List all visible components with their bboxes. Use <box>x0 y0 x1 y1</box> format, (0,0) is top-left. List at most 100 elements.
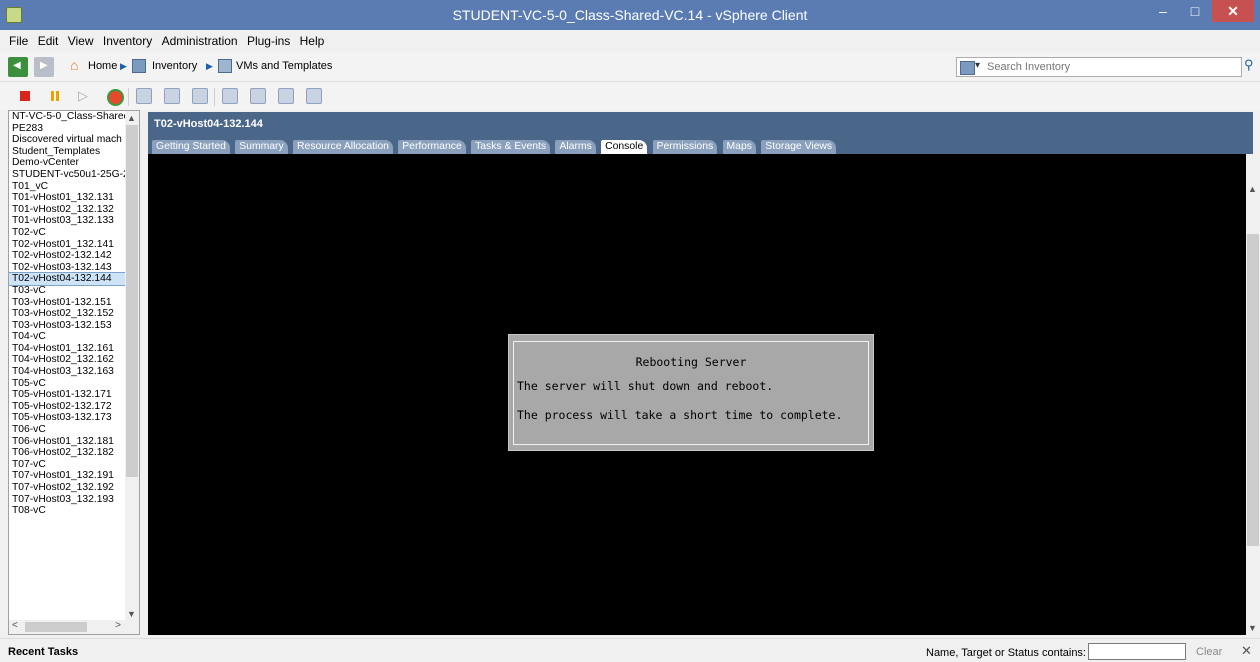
dialog-message-line: The server will shut down and reboot. <box>517 379 774 393</box>
menu-edit[interactable]: Edit <box>35 30 62 48</box>
breadcrumb-vms-templates[interactable]: VMs and Templates <box>236 60 332 72</box>
tree-item[interactable]: T03-vC <box>9 285 127 297</box>
tree-item[interactable]: STUDENT-vc50u1-25G-2 <box>9 169 127 181</box>
tree-item[interactable]: T05-vHost03-132.173 <box>9 412 127 424</box>
menu-plugins[interactable]: Plug-ins <box>244 30 293 48</box>
menu-help[interactable]: Help <box>297 30 328 48</box>
menu-file[interactable]: File <box>6 30 31 48</box>
tree-item[interactable]: Demo-vCenter <box>9 157 127 169</box>
tree-item[interactable]: T06-vC <box>9 424 127 436</box>
object-title: T02-vHost04-132.144 <box>154 118 263 130</box>
scroll-left-icon[interactable]: < <box>12 620 18 631</box>
tree-item[interactable]: T05-vHost01-132.171 <box>9 389 127 401</box>
tree-item[interactable]: T02-vHost03-132.143 <box>9 262 127 274</box>
search-scope-dropdown[interactable] <box>959 59 983 75</box>
tree-item[interactable]: T04-vHost03_132.163 <box>9 366 127 378</box>
minimize-button[interactable]: – <box>1148 0 1178 22</box>
window-title: STUDENT-VC-5-0_Class-Shared-VC.14 - vSph… <box>452 7 808 23</box>
clear-button[interactable]: Clear <box>1196 646 1222 658</box>
tree-item[interactable]: T02-vHost02-132.142 <box>9 250 127 262</box>
power-on-icon[interactable]: ▷ <box>78 88 94 104</box>
tree-item[interactable]: T01-vHost03_132.133 <box>9 215 127 227</box>
tree-item[interactable]: T01-vHost01_132.131 <box>9 192 127 204</box>
breadcrumb-inventory[interactable]: Inventory <box>152 60 197 72</box>
revert-snapshot-icon[interactable] <box>192 88 208 104</box>
menu-view[interactable]: View <box>65 30 97 48</box>
tab-tasks-events[interactable]: Tasks & Events <box>471 140 551 154</box>
edit-settings-icon[interactable] <box>278 88 294 104</box>
console-scroll-thumb[interactable] <box>1247 234 1259 546</box>
tab-storage-views[interactable]: Storage Views <box>761 140 837 154</box>
maximize-button[interactable]: □ <box>1180 0 1210 22</box>
power-off-icon[interactable] <box>18 88 34 104</box>
filter-input[interactable] <box>1088 643 1186 660</box>
scroll-down-icon[interactable]: ▼ <box>1248 623 1257 633</box>
tree-item[interactable]: T03-vHost01-132.151 <box>9 297 127 309</box>
scroll-up-icon[interactable]: ▲ <box>127 113 136 123</box>
tab-alarms[interactable]: Alarms <box>555 140 596 154</box>
object-panel-header: T02-vHost04-132.144 Getting Started Summ… <box>148 112 1253 154</box>
menu-administration[interactable]: Administration <box>159 30 241 48</box>
tree-vertical-scrollbar[interactable]: ▲ ▼ <box>125 111 139 621</box>
tree-item[interactable]: Student_Templates <box>9 146 127 158</box>
reset-icon[interactable] <box>106 88 124 106</box>
snapshot-icon[interactable] <box>164 88 180 104</box>
recent-tasks-label[interactable]: Recent Tasks <box>8 646 78 658</box>
tree-item[interactable]: T06-vHost01_132.181 <box>9 436 127 448</box>
tree-item[interactable]: T07-vC <box>9 459 127 471</box>
refresh-icon[interactable] <box>136 88 152 104</box>
tree-item[interactable]: T05-vHost02-132.172 <box>9 401 127 413</box>
back-button[interactable] <box>8 57 28 77</box>
tree-item[interactable]: T04-vHost02_132.162 <box>9 354 127 366</box>
tab-permissions[interactable]: Permissions <box>652 140 718 154</box>
migrate-icon[interactable] <box>250 88 266 104</box>
tree-item-selected[interactable]: T02-vHost04-132.144 <box>9 272 128 286</box>
tab-maps[interactable]: Maps <box>722 140 756 154</box>
tree-item[interactable]: T06-vHost02_132.182 <box>9 447 127 459</box>
tree-item[interactable]: T03-vHost02_132.152 <box>9 308 127 320</box>
close-button[interactable]: ✕ <box>1212 0 1254 22</box>
tree-horizontal-scrollbar[interactable]: < > <box>9 620 139 634</box>
forward-button[interactable] <box>34 57 54 77</box>
console-icon[interactable] <box>222 88 238 104</box>
suspend-icon[interactable] <box>48 88 64 104</box>
tree-item[interactable]: T02-vHost01_132.141 <box>9 239 127 251</box>
tree-item[interactable]: T05-vC <box>9 378 127 390</box>
tree-item[interactable]: PE283 <box>9 123 127 135</box>
tree-item[interactable]: NT-VC-5-0_Class-Shared <box>9 111 127 123</box>
tree-item[interactable]: T07-vHost01_132.191 <box>9 470 127 482</box>
breadcrumb-home[interactable]: Home <box>88 60 117 72</box>
toolbar-separator <box>128 88 129 106</box>
vms-templates-icon <box>218 59 232 73</box>
search-box <box>956 57 1242 77</box>
tree-item[interactable]: T07-vHost02_132.192 <box>9 482 127 494</box>
tab-summary[interactable]: Summary <box>235 140 288 154</box>
tab-getting-started[interactable]: Getting Started <box>152 140 230 154</box>
tab-resource-allocation[interactable]: Resource Allocation <box>293 140 393 154</box>
tree-item[interactable]: Discovered virtual mach <box>9 134 127 146</box>
close-icon[interactable]: ✕ <box>1241 643 1252 659</box>
tree-item[interactable]: T04-vC <box>9 331 127 343</box>
filter-dropdown[interactable]: Name, Target or Status contains: ▾ <box>926 646 1095 659</box>
tree-item[interactable]: T07-vHost03_132.193 <box>9 494 127 506</box>
scroll-up-icon[interactable]: ▲ <box>1248 184 1257 194</box>
tree-item[interactable]: T03-vHost03-132.153 <box>9 320 127 332</box>
scroll-right-icon[interactable]: > <box>115 620 121 631</box>
dialog-message-line: The process will take a short time to co… <box>517 408 843 422</box>
scroll-down-icon[interactable]: ▼ <box>127 609 136 619</box>
tree-scroll-thumb[interactable] <box>126 125 138 477</box>
search-icon[interactable]: ⚲ <box>1244 57 1258 77</box>
console-vertical-scrollbar[interactable]: ▲ ▼ <box>1246 154 1260 635</box>
tree-hscroll-thumb[interactable] <box>25 622 87 632</box>
tree-item[interactable]: T02-vC <box>9 227 127 239</box>
search-input[interactable] <box>987 59 1207 75</box>
clone-icon[interactable] <box>306 88 322 104</box>
menu-inventory[interactable]: Inventory <box>100 30 155 48</box>
tab-console[interactable]: Console <box>601 140 648 154</box>
tree-item[interactable]: T04-vHost01_132.161 <box>9 343 127 355</box>
tree-item[interactable]: T01-vHost02_132.132 <box>9 204 127 216</box>
tab-performance[interactable]: Performance <box>398 140 466 154</box>
tree-item[interactable]: T08-vC <box>9 505 127 517</box>
tree-item[interactable]: T01_vC <box>9 181 127 193</box>
navigation-bar: ⌂ Home ▶ Inventory ▶ VMs and Templates ⚲ <box>0 52 1260 82</box>
